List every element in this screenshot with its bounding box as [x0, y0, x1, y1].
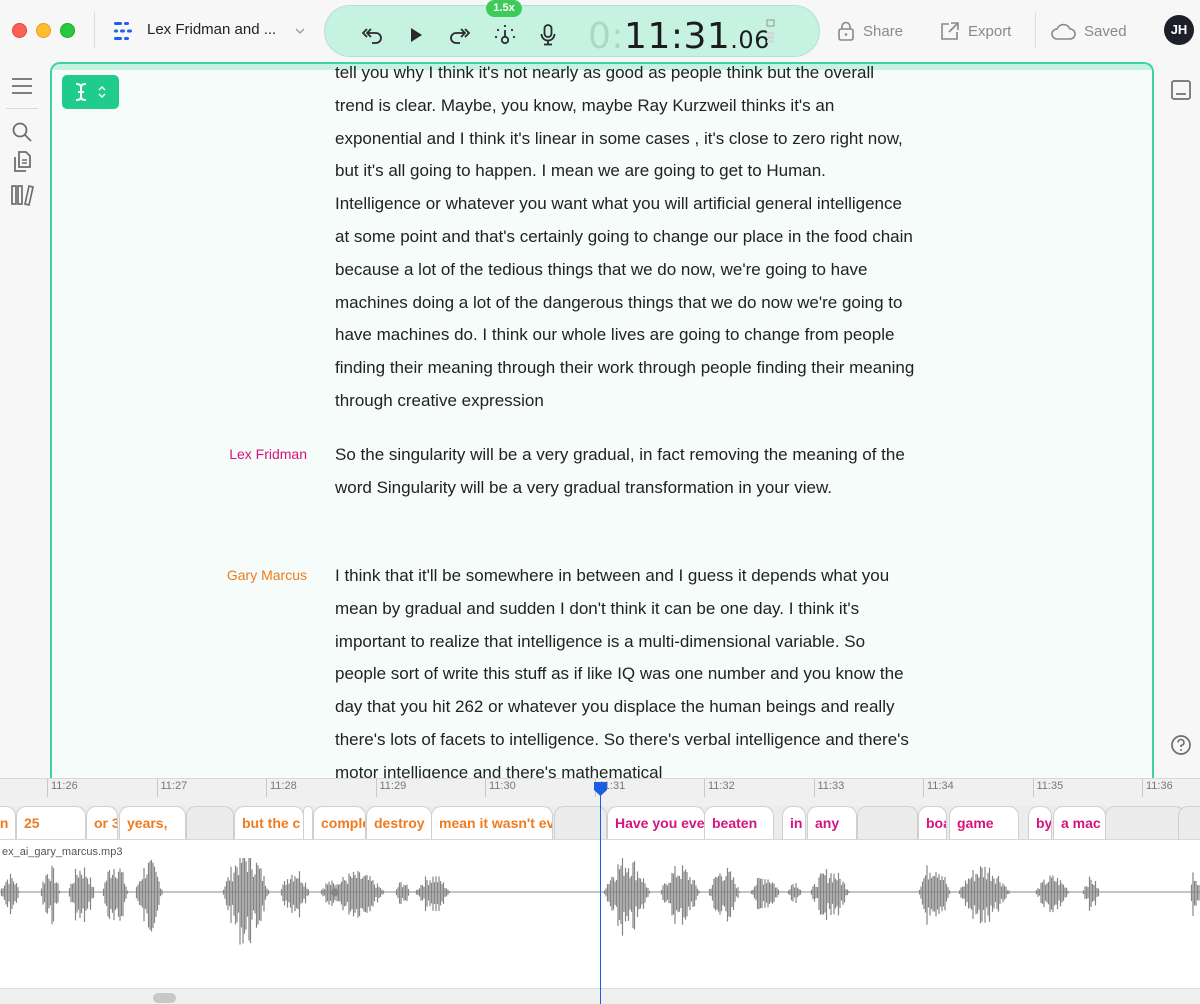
time-hours: 0:: [588, 16, 625, 57]
ruler-tick: 11:34: [923, 779, 954, 797]
library-icon[interactable]: [10, 183, 34, 207]
documents-icon[interactable]: [10, 150, 34, 174]
hamburger-icon[interactable]: [10, 74, 34, 98]
help-icon[interactable]: [1170, 734, 1192, 756]
zoom-window-button[interactable]: [60, 23, 75, 38]
sidebar-divider: [6, 108, 38, 109]
share-button[interactable]: Share: [837, 20, 903, 42]
playback-time[interactable]: 0:11:31.06: [588, 16, 770, 57]
chevron-updown-icon: [98, 86, 106, 98]
export-button[interactable]: Export: [940, 20, 1011, 42]
word-chip[interactable]: by: [1028, 806, 1052, 839]
play-button[interactable]: [404, 23, 428, 47]
playhead-handle[interactable]: [594, 782, 607, 796]
cloud-icon: [1051, 23, 1076, 40]
word-chip[interactable]: Have you ever: [607, 806, 705, 839]
word-chip[interactable]: in: [0, 806, 16, 839]
minimize-window-button[interactable]: [36, 23, 51, 38]
ruler-tick: 11:36: [1142, 779, 1173, 797]
paragraph-text[interactable]: So the singularity will be a very gradua…: [335, 439, 915, 505]
playback-speed-icon: [494, 24, 516, 45]
export-icon: [941, 22, 959, 40]
panel-toggle-icon[interactable]: [1170, 79, 1192, 101]
document-title[interactable]: Lex Fridman and ...: [147, 21, 276, 38]
ruler-tick: 11:26: [47, 779, 78, 797]
word-chip[interactable]: in: [782, 806, 806, 839]
word-chip[interactable]: h: [303, 806, 313, 839]
share-label: Share: [863, 22, 904, 40]
app-window: Lex Fridman and ... 0:11:31.06 1.5x Shar…: [0, 0, 1200, 1004]
ruler-tick: 11:32: [704, 779, 735, 797]
title-bar: Lex Fridman and ... 0:11:31.06 1.5x Shar…: [0, 0, 1200, 62]
word-chip[interactable]: a mac: [1053, 806, 1106, 839]
divider: [94, 12, 95, 48]
word-chip[interactable]: but the c: [234, 806, 304, 839]
record-button[interactable]: [536, 23, 560, 47]
ruler-tick: 11:28: [266, 779, 297, 797]
word-chip[interactable]: game: [949, 806, 1019, 839]
microphone-icon: [540, 24, 556, 46]
word-chip[interactable]: destroy: [366, 806, 432, 839]
ruler-tick: 11:30: [485, 779, 516, 797]
word-chip[interactable]: any: [807, 806, 857, 839]
timeline[interactable]: 11:26 11:27 11:28 11:29 11:30 11:31 11:32 11:33…: [0, 778, 1200, 1004]
chevron-down-icon[interactable]: [294, 25, 306, 37]
speed-badge[interactable]: 1.5x: [486, 0, 522, 17]
saved-status[interactable]: Saved: [1050, 20, 1127, 42]
word-chip[interactable]: or 3: [86, 806, 118, 839]
descript-logo-icon[interactable]: [112, 20, 134, 42]
word-chip[interactable]: years,: [119, 806, 186, 839]
ruler-tick: 11:33: [813, 779, 844, 797]
divider: [1035, 12, 1036, 48]
text-cursor-icon: [76, 83, 87, 101]
paragraph-text[interactable]: tell you why I think it's not nearly as …: [335, 64, 915, 418]
playhead[interactable]: [600, 794, 601, 1004]
word-chip[interactable]: mean it wasn't ev: [431, 806, 553, 839]
word-gap[interactable]: [1178, 806, 1200, 839]
saved-label: Saved: [1084, 22, 1127, 40]
search-icon[interactable]: [10, 120, 34, 144]
word-chip[interactable]: complet: [313, 806, 366, 839]
ruler-tick: 11:27: [156, 779, 187, 797]
lock-icon: [838, 21, 854, 41]
play-icon: [411, 28, 422, 42]
close-window-button[interactable]: [12, 23, 27, 38]
time-fraction: .06: [730, 26, 770, 54]
word-gap[interactable]: [857, 806, 918, 839]
scrollbar-thumb[interactable]: [153, 993, 176, 1003]
word-chip[interactable]: 25: [16, 806, 86, 839]
paragraph-text[interactable]: I think that it'll be somewhere in betwe…: [335, 560, 915, 790]
edit-mode-button[interactable]: [62, 75, 119, 109]
speaker-label[interactable]: Lex Fridman: [52, 446, 307, 462]
transcript-editor[interactable]: tell you why I think it's not nearly as …: [50, 62, 1154, 792]
skip-back-icon: [362, 28, 382, 44]
avatar[interactable]: JH: [1164, 15, 1194, 45]
word-gap[interactable]: [1105, 806, 1185, 839]
skip-forward-button[interactable]: [447, 23, 471, 47]
ruler-tick: 11:35: [1032, 779, 1063, 797]
skip-forward-icon: [450, 28, 470, 44]
word-gap[interactable]: [186, 806, 234, 839]
playback-speed-button[interactable]: [493, 23, 517, 47]
timecode-format-icon[interactable]: [766, 18, 776, 46]
speaker-label[interactable]: Gary Marcus: [52, 567, 307, 583]
export-label: Export: [968, 22, 1012, 40]
audio-filename: ex_ai_gary_marcus.mp3: [2, 846, 123, 858]
ruler-tick: 11:29: [375, 779, 406, 797]
word-chip[interactable]: boa: [918, 806, 947, 839]
time-main: 11:31: [624, 16, 731, 57]
skip-back-button[interactable]: [361, 23, 385, 47]
word-chip[interactable]: beaten: [704, 806, 774, 839]
transport-bar: 0:11:31.06: [324, 5, 820, 57]
left-sidebar: [0, 62, 44, 778]
